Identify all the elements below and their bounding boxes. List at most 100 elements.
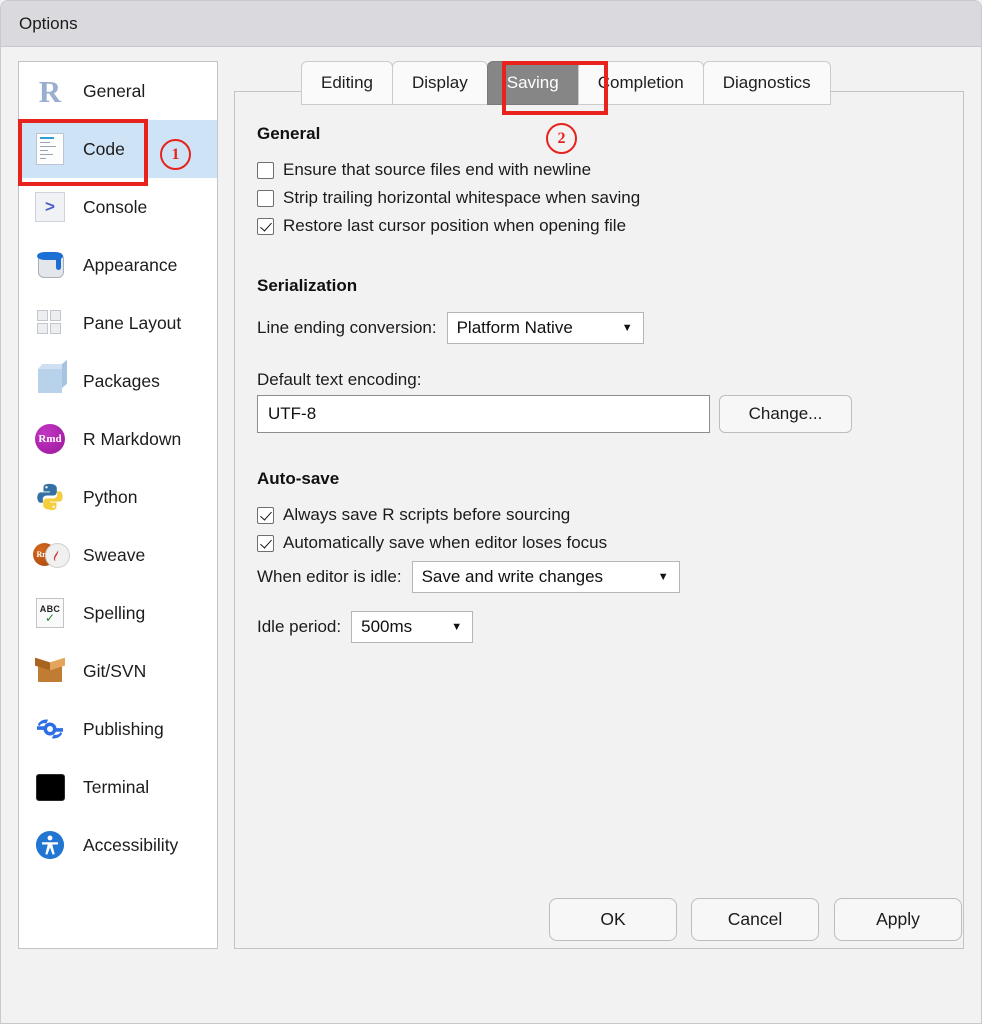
dialog-titlebar: Options [1, 1, 981, 47]
checkbox-autosave-on-blur[interactable] [257, 534, 274, 552]
checkbox-always-save-r-scripts[interactable] [257, 506, 274, 524]
sidebar-item-label: Accessibility [83, 834, 179, 855]
options-dialog-window: Options R General Code > Console Appeara… [0, 0, 982, 1024]
sidebar-item-label: Packages [83, 370, 160, 391]
tab-diagnostics[interactable]: Diagnostics [702, 61, 831, 105]
code-document-icon [33, 132, 67, 166]
sidebar-item-general[interactable]: R General [19, 62, 217, 120]
tab-display[interactable]: Display [391, 61, 488, 105]
checkbox-row-restore-cursor[interactable]: Restore last cursor position when openin… [257, 216, 947, 236]
pdf-badge-icon [45, 543, 70, 568]
options-right-pane: Editing Display Saving Completion Diagno… [234, 61, 964, 949]
sidebar-item-terminal[interactable]: Terminal [19, 758, 217, 816]
apply-button[interactable]: Apply [834, 898, 962, 941]
sidebar-item-packages[interactable]: Packages [19, 352, 217, 410]
publishing-svg [37, 719, 63, 739]
r-logo-glyph: R [38, 73, 62, 109]
checkbox-label: Strip trailing horizontal whitespace whe… [283, 188, 641, 207]
chevron-down-icon: ▼ [657, 571, 669, 583]
sidebar-item-label: Console [83, 196, 148, 217]
sidebar-item-r-markdown[interactable]: Rmd R Markdown [19, 410, 217, 468]
checkbox-row-autosave-focus[interactable]: Automatically save when editor loses foc… [257, 533, 947, 553]
saving-panel-content: General Ensure that source files end wit… [257, 124, 947, 649]
checkbox-label: Always save R scripts before sourcing [283, 505, 571, 524]
rmd-badge-icon: Rmd [33, 422, 67, 456]
sidebar-item-publishing[interactable]: Publishing [19, 700, 217, 758]
encoding-input[interactable]: UTF-8 [257, 395, 710, 433]
encoding-label: Default text encoding: [257, 370, 422, 389]
checkbox-row-strip-whitespace[interactable]: Strip trailing horizontal whitespace whe… [257, 188, 947, 208]
idle-action-select[interactable]: Save and write changes ▼ [411, 561, 680, 593]
encoding-row: UTF-8 Change... [257, 395, 947, 433]
terminal-black-icon [33, 770, 67, 804]
sidebar-item-console[interactable]: > Console [19, 178, 217, 236]
sidebar-item-appearance[interactable]: Appearance [19, 236, 217, 294]
sidebar-item-label: Spelling [83, 602, 146, 623]
chevron-down-icon: ▼ [451, 621, 463, 633]
checkbox-label: Restore last cursor position when openin… [283, 216, 627, 235]
field-row-idle-action: When editor is idle: Save and write chan… [257, 561, 947, 593]
idle-action-label: When editor is idle: [257, 567, 402, 586]
section-heading-general: General [257, 124, 321, 143]
annotation-marker-2: 2 [546, 123, 577, 154]
accessibility-icon [33, 828, 67, 862]
encoding-value: UTF-8 [268, 404, 317, 423]
checkbox-label: Automatically save when editor loses foc… [283, 533, 608, 552]
r-logo-icon: R [33, 74, 67, 108]
checkbox-label: Ensure that source files end with newlin… [283, 160, 592, 179]
tab-saving[interactable]: Saving [486, 61, 579, 105]
idle-action-value: Save and write changes [421, 567, 604, 586]
sidebar-item-spelling[interactable]: ABC ✓ Spelling [19, 584, 217, 642]
pane-grid-icon [33, 306, 67, 340]
cancel-button[interactable]: Cancel [691, 898, 819, 941]
checkbox-row-ensure-newline[interactable]: Ensure that source files end with newlin… [257, 160, 947, 180]
ok-button[interactable]: OK [549, 898, 677, 941]
console-prompt-icon: > [33, 190, 67, 224]
sidebar-item-label: Terminal [83, 776, 150, 797]
abc-check-icon: ABC ✓ [33, 596, 67, 630]
line-ending-label: Line ending conversion: [257, 318, 437, 337]
rmd-badge-text: Rmd [35, 424, 65, 454]
checkbox-ensure-newline[interactable] [257, 161, 274, 179]
sidebar-item-label: Sweave [83, 544, 146, 565]
sidebar-item-label: Code [83, 138, 125, 159]
tab-completion[interactable]: Completion [577, 61, 704, 105]
sidebar-item-label: Appearance [83, 254, 178, 275]
sidebar-item-git-svn[interactable]: Git/SVN [19, 642, 217, 700]
dialog-title: Options [19, 13, 78, 33]
section-heading-serialization: Serialization [257, 276, 358, 295]
dialog-footer: OK Cancel Apply [1, 885, 981, 978]
sidebar-item-label: Publishing [83, 718, 164, 739]
sidebar-item-label: R Markdown [83, 428, 182, 449]
checkbox-row-always-save[interactable]: Always save R scripts before sourcing [257, 505, 947, 525]
python-logo-svg [37, 483, 63, 511]
chevron-down-icon: ▼ [621, 322, 633, 334]
idle-period-value: 500ms [361, 617, 413, 636]
sidebar-item-label: Python [83, 486, 138, 507]
paint-can-icon [33, 248, 67, 282]
sidebar-item-pane-layout[interactable]: Pane Layout [19, 294, 217, 352]
line-ending-select[interactable]: Platform Native ▼ [446, 312, 644, 344]
checkbox-restore-cursor[interactable] [257, 217, 274, 235]
idle-period-select[interactable]: 500ms ▼ [351, 611, 474, 643]
idle-period-label: Idle period: [257, 617, 342, 636]
sidebar-item-python[interactable]: Python [19, 468, 217, 526]
sweave-rnw-pdf-icon: Rnw [33, 538, 70, 572]
options-category-sidebar[interactable]: R General Code > Console Appearance Pane… [18, 61, 218, 949]
accessibility-svg [35, 830, 65, 860]
sidebar-item-label: Pane Layout [83, 312, 182, 333]
python-logo-icon [33, 480, 67, 514]
tab-strip[interactable]: Editing Display Saving Completion Diagno… [301, 61, 831, 105]
field-row-line-ending: Line ending conversion: Platform Native … [257, 312, 947, 344]
section-heading-autosave: Auto-save [257, 469, 340, 488]
check-glyph: ✓ [44, 611, 56, 625]
sidebar-item-accessibility[interactable]: Accessibility [19, 816, 217, 874]
line-ending-value: Platform Native [456, 318, 573, 337]
tab-editing[interactable]: Editing [301, 61, 393, 105]
sidebar-item-label: General [83, 80, 146, 101]
annotation-marker-1: 1 [160, 139, 191, 170]
change-encoding-button[interactable]: Change... [719, 395, 852, 433]
field-row-idle-period: Idle period: 500ms ▼ [257, 611, 947, 643]
sidebar-item-sweave[interactable]: Rnw Sweave [19, 526, 217, 584]
checkbox-strip-whitespace[interactable] [257, 189, 274, 207]
